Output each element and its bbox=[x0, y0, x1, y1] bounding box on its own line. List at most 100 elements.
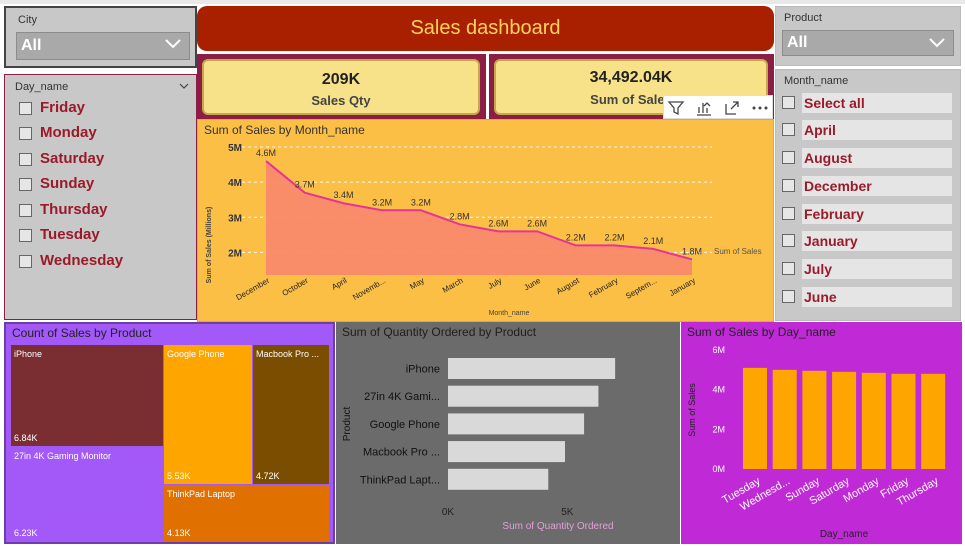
more-options-icon[interactable] bbox=[751, 99, 769, 117]
y-tick-label: ThinkPad Lapt... bbox=[360, 474, 440, 486]
data-label: 2.8M bbox=[450, 211, 470, 221]
month-item-july[interactable]: July bbox=[782, 259, 954, 279]
data-label: 3.2M bbox=[411, 197, 431, 207]
treemap-cell-iphone[interactable]: iPhone 6.84K bbox=[11, 345, 163, 446]
day-slicer-title: Day_name bbox=[15, 81, 69, 93]
bar bbox=[448, 413, 585, 435]
month-item-december[interactable]: December bbox=[782, 176, 954, 196]
bar-chart-svg: Product Sum of Quantity Ordered iPhone 27… bbox=[342, 358, 616, 532]
checkbox[interactable] bbox=[19, 228, 32, 242]
data-label: 2.6M bbox=[527, 218, 547, 228]
x-tick-label: 0K bbox=[442, 507, 455, 518]
checkbox[interactable] bbox=[19, 177, 32, 191]
month-item-april[interactable]: April bbox=[782, 120, 954, 140]
x-tick-label: June bbox=[523, 276, 543, 293]
data-label: 2.6M bbox=[488, 218, 508, 228]
y-tick-label: 2M bbox=[712, 424, 725, 434]
x-axis-label: Month_name bbox=[489, 310, 530, 317]
x-tick-label: 5K bbox=[561, 507, 574, 518]
chevron-down-icon[interactable] bbox=[179, 83, 189, 89]
product-dropdown[interactable]: All bbox=[782, 30, 954, 56]
month-item-february[interactable]: February bbox=[782, 204, 954, 224]
y-tick-label: 6M bbox=[712, 345, 725, 355]
column bbox=[743, 367, 767, 469]
filter-icon[interactable] bbox=[667, 99, 685, 117]
y-tick-label: iPhone bbox=[406, 364, 440, 376]
bar bbox=[448, 385, 599, 407]
column bbox=[921, 373, 946, 469]
city-dropdown[interactable]: All bbox=[16, 32, 190, 60]
top-strip bbox=[0, 0, 965, 4]
quantity-by-product-chart[interactable]: Sum of Quantity Ordered by Product Produ… bbox=[336, 322, 680, 544]
data-label: 2.2M bbox=[566, 232, 586, 242]
y-tick-label: 3M bbox=[228, 213, 242, 224]
day-item-thursday[interactable]: Thursday bbox=[19, 201, 108, 218]
checkbox[interactable] bbox=[19, 254, 32, 268]
expand-icon[interactable] bbox=[723, 99, 741, 117]
checkbox[interactable] bbox=[19, 152, 32, 166]
treemap-title: Count of Sales by Product bbox=[12, 326, 152, 340]
month-item-august[interactable]: August bbox=[782, 148, 954, 168]
product-slicer: Product All bbox=[775, 6, 961, 66]
qty-card-value: 209K bbox=[321, 71, 361, 88]
count-by-product-treemap[interactable]: Count of Sales by Product iPhone 6.84K 2… bbox=[4, 322, 335, 544]
data-label: 2.1M bbox=[643, 236, 663, 246]
treemap-cell-google-phone[interactable]: Google Phone 5.53K bbox=[164, 345, 252, 484]
day-item-friday[interactable]: Friday bbox=[19, 99, 85, 116]
day-item-tuesday[interactable]: Tuesday bbox=[19, 226, 100, 243]
month-item-select-all[interactable]: Select all bbox=[782, 93, 954, 113]
focus-mode-icon[interactable] bbox=[695, 99, 713, 117]
checkbox[interactable] bbox=[782, 151, 795, 164]
column bbox=[891, 373, 916, 469]
y-tick-label: 5M bbox=[228, 143, 242, 154]
day-item-monday[interactable]: Monday bbox=[19, 124, 97, 141]
x-tick-label: April bbox=[330, 276, 349, 292]
checkbox[interactable] bbox=[782, 207, 795, 220]
x-axis-label: Sum of Quantity Ordered bbox=[502, 521, 613, 532]
day-item-wednesday[interactable]: Wednesday bbox=[19, 252, 123, 269]
x-tick-label: December bbox=[235, 276, 272, 302]
column-chart-svg: Sum of Sales Day_name 6M4M2M0MTuesdayWed… bbox=[687, 345, 946, 540]
treemap-cell-macbook-pro[interactable]: Macbook Pro ... 4.72K bbox=[253, 345, 329, 484]
y-axis-label: Sum of Sales (Millions) bbox=[206, 207, 213, 284]
y-tick-label: 4M bbox=[228, 178, 242, 189]
data-label: 1.8M bbox=[682, 246, 702, 256]
checkbox[interactable] bbox=[19, 126, 32, 140]
x-tick-label: August bbox=[555, 276, 582, 297]
bar bbox=[448, 468, 549, 490]
treemap-cell-gaming-monitor[interactable]: 27in 4K Gaming Monitor 6.23K bbox=[11, 447, 163, 541]
day-slicer: Day_name Friday Monday Saturday Sunday T… bbox=[4, 74, 197, 320]
day-item-sunday[interactable]: Sunday bbox=[19, 175, 94, 192]
checkbox[interactable] bbox=[782, 262, 795, 275]
month-item-june[interactable]: June bbox=[782, 287, 954, 307]
checkbox[interactable] bbox=[782, 96, 795, 109]
day-item-saturday[interactable]: Saturday bbox=[19, 150, 104, 167]
x-tick-label: October bbox=[281, 276, 310, 298]
x-tick-label: January bbox=[668, 276, 697, 298]
city-dropdown-value: All bbox=[21, 37, 42, 54]
sales-by-day-chart[interactable]: Sum of Sales by Day_name Sum of Sales Da… bbox=[681, 322, 962, 544]
checkbox[interactable] bbox=[782, 123, 795, 136]
x-tick-label: July bbox=[487, 276, 504, 291]
y-tick-label: 4M bbox=[712, 385, 725, 395]
treemap-cell-thinkpad-laptop[interactable]: ThinkPad Laptop 4.13K bbox=[164, 485, 329, 541]
month-item-january[interactable]: January bbox=[782, 231, 954, 251]
sales-by-month-chart[interactable]: Sum of Sales by Month_name Sum of Sales … bbox=[197, 119, 774, 322]
x-tick-label: Septem... bbox=[624, 276, 658, 301]
y-tick-label: Google Phone bbox=[370, 419, 440, 431]
month-slicer-title: Month_name bbox=[784, 75, 849, 87]
checkbox[interactable] bbox=[19, 101, 32, 115]
checkbox[interactable] bbox=[782, 290, 795, 303]
checkbox[interactable] bbox=[782, 179, 795, 192]
x-tick-label: May bbox=[408, 276, 426, 291]
checkbox[interactable] bbox=[19, 203, 32, 217]
y-tick-label: Macbook Pro ... bbox=[363, 447, 440, 459]
chevron-down-icon bbox=[929, 38, 945, 48]
qty-card[interactable]: 209K Sales Qty bbox=[202, 59, 480, 115]
y-axis-label: Sum of Sales bbox=[687, 383, 697, 437]
y-tick-label: 27in 4K Gami... bbox=[364, 391, 440, 403]
x-tick-label: Novemb... bbox=[351, 276, 387, 302]
x-tick-label: February bbox=[587, 276, 619, 300]
qty-card-label: Sales Qty bbox=[311, 93, 371, 108]
checkbox[interactable] bbox=[782, 234, 795, 247]
